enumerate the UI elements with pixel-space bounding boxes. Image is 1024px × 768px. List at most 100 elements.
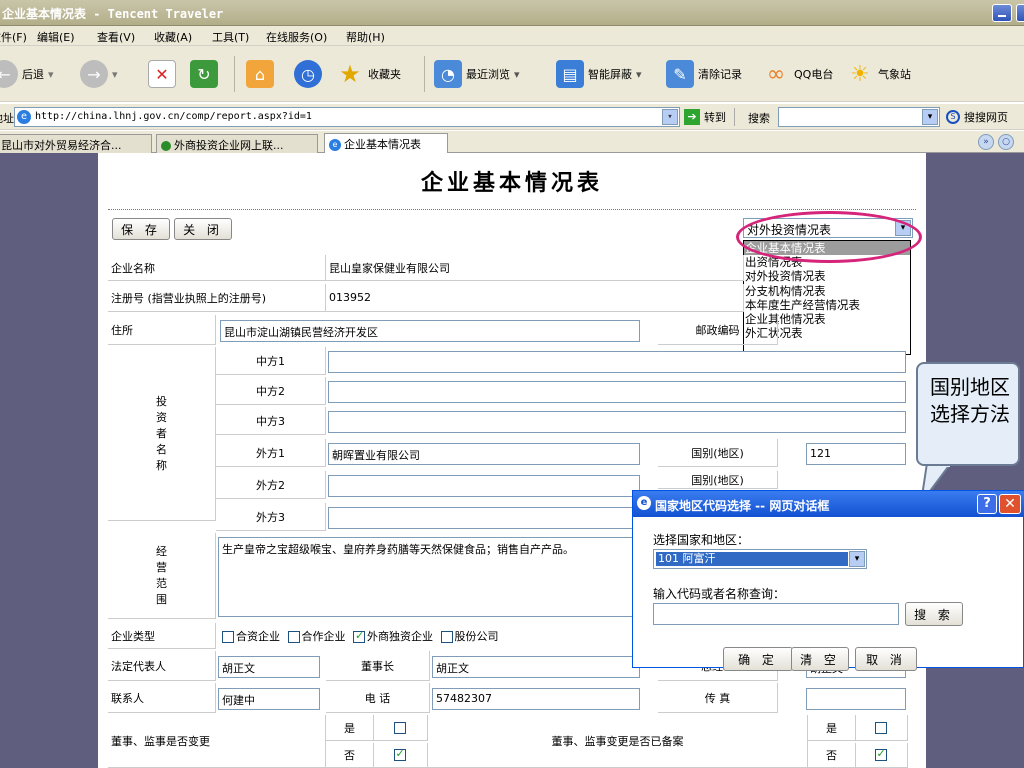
refresh-icon: ↻ — [190, 60, 218, 88]
tab-enterprise-basic[interactable]: e 企业基本情况表 — [324, 133, 448, 154]
query-input[interactable] — [653, 603, 899, 625]
close-icon[interactable]: ✕ — [999, 494, 1021, 514]
country-label-2: 国别(地区) — [658, 471, 778, 489]
investor-cn2-field[interactable] — [328, 381, 906, 403]
investor-cn1-field[interactable] — [328, 351, 906, 373]
address-field[interactable]: 昆山市淀山湖镇民营经济开发区 — [220, 320, 640, 342]
type-joint-stock[interactable]: 股份公司 — [440, 630, 499, 643]
refresh-button[interactable]: ↻ — [190, 60, 218, 88]
no-label: 否 — [326, 743, 374, 768]
help-icon[interactable]: ? — [977, 494, 997, 514]
search-input[interactable]: ▾ — [778, 107, 940, 127]
board-record-label: 董事、监事变更是否已备案 — [428, 715, 808, 768]
clear-button[interactable]: 清 空 — [791, 647, 849, 671]
minimize-button[interactable] — [992, 4, 1012, 22]
recent-icon: ◔ — [434, 60, 462, 88]
search-label: 搜索 — [748, 112, 770, 125]
phone-field[interactable]: 57482307 — [432, 688, 640, 710]
select-option[interactable]: 对外投资情况表 — [744, 269, 910, 283]
smartblock-button[interactable]: ▤ 智能屏蔽 ▾ — [556, 60, 642, 88]
menu-edit[interactable]: 编辑(E) — [37, 29, 75, 45]
board-change-yes[interactable] — [374, 715, 428, 741]
select-option[interactable]: 分支机构情况表 — [744, 284, 910, 298]
history-button[interactable]: ◷ — [294, 60, 322, 88]
select-country-label: 选择国家和地区： — [653, 533, 750, 547]
investor-fr2-field[interactable] — [328, 475, 640, 497]
board-change-no[interactable] — [374, 743, 428, 768]
menu-favorites[interactable]: 收藏(A) — [154, 29, 192, 45]
checkbox — [440, 631, 453, 643]
back-button[interactable]: ← 后退 ▾ — [0, 60, 54, 88]
block-icon: ▤ — [556, 60, 584, 88]
legal-field[interactable]: 胡正文 — [218, 656, 320, 678]
stop-button[interactable]: ✕ — [148, 60, 176, 88]
investor-row-label: 中方1 — [216, 347, 326, 375]
page-icon — [161, 141, 171, 151]
dialog-titlebar: e 国家地区代码选择 -- 网页对话框 ? ✕ — [633, 491, 1024, 517]
url-input[interactable]: e http://china.lhnj.gov.cn/comp/report.a… — [14, 107, 680, 127]
search-dropdown-icon[interactable]: ▾ — [922, 109, 938, 125]
tab-foreign-enterprise[interactable]: 外商投资企业网上联... — [156, 134, 318, 153]
country-select[interactable]: 101 阿富汗 ▾ — [653, 549, 867, 569]
investor-cn3-field[interactable] — [328, 411, 906, 433]
board-change-label: 董事、监事是否变更 — [108, 715, 326, 768]
phone-label: 电 话 — [326, 683, 430, 713]
search-button[interactable]: 搜 索 — [905, 602, 963, 626]
type-coop[interactable]: 合作企业 — [287, 630, 346, 643]
forward-arrow-icon: → — [80, 60, 108, 88]
yes-label: 是 — [326, 715, 374, 741]
weather-button[interactable]: ☀ 气象站 — [846, 60, 911, 88]
cancel-button[interactable]: 取 消 — [855, 647, 917, 671]
chevron-down-icon[interactable]: ▾ — [849, 551, 865, 567]
checkbox — [222, 631, 234, 643]
menu-online[interactable]: 在线服务(O) — [266, 29, 327, 45]
recent-button[interactable]: ◔ 最近浏览 ▾ — [434, 60, 520, 88]
investor-row-label: 中方3 — [216, 407, 326, 435]
query-label: 输入代码或者名称查询： — [653, 587, 786, 601]
investor-fr1-field[interactable]: 朝晖置业有限公司 — [328, 443, 640, 465]
chairman-field[interactable]: 胡正文 — [432, 656, 640, 678]
fax-field[interactable] — [806, 688, 906, 710]
sosou-icon: S — [946, 110, 960, 124]
forward-button[interactable]: → ▾ — [80, 60, 118, 88]
checkbox-checked — [393, 747, 406, 761]
go-button[interactable]: ➔ 转到 — [684, 109, 726, 125]
home-button[interactable]: ⌂ — [246, 60, 274, 88]
url-dropdown-icon[interactable]: ▾ — [662, 109, 678, 125]
toolbar-separator — [234, 56, 235, 92]
close-button[interactable]: 关 闭 — [174, 218, 232, 240]
company-value: 昆山皇家保健业有限公司 — [326, 255, 744, 281]
contact-field[interactable]: 何建中 — [218, 688, 320, 710]
menu-help[interactable]: 帮助(H) — [346, 29, 385, 45]
address-label: 地址 — [0, 112, 14, 125]
menu-view[interactable]: 查看(V) — [97, 29, 135, 45]
country-field[interactable]: 121 — [806, 443, 906, 465]
checkbox — [874, 721, 887, 734]
tab-refresh-icon[interactable]: ○ — [998, 134, 1014, 150]
tab-list-icon[interactable]: » — [978, 134, 994, 150]
clear-history-button[interactable]: ✎ 清除记录 — [666, 60, 742, 88]
ie-page-icon: e — [637, 496, 651, 510]
investor-fr3-field[interactable] — [328, 507, 640, 529]
company-label: 企业名称 — [108, 255, 326, 281]
window-title: 企业基本情况表 - Tencent Traveler — [2, 7, 224, 21]
chairman-label: 董事长 — [326, 651, 430, 681]
maximize-button[interactable] — [1016, 4, 1024, 22]
reg-value: 013952 — [326, 284, 744, 312]
menu-file[interactable]: 文件(F) — [0, 29, 27, 45]
checkbox-checked — [353, 629, 365, 643]
board-record-yes[interactable] — [856, 715, 908, 741]
select-option[interactable]: 本年度生产经营情况表 — [744, 298, 910, 312]
qqradio-button[interactable]: ∞ QQ电台 — [762, 60, 834, 88]
sosou-button[interactable]: S 搜搜网页 — [946, 109, 1008, 125]
favorites-button[interactable]: ★ 收藏夹 — [336, 60, 401, 88]
menu-tools[interactable]: 工具(T) — [212, 29, 249, 45]
tab-foreign-trade[interactable]: 昆山市对外贸易经济合... — [0, 134, 152, 153]
type-jv[interactable]: 合资企业 — [222, 630, 280, 643]
clock-icon: ◷ — [294, 60, 322, 88]
type-wfoe[interactable]: 外商独资企业 — [353, 629, 433, 643]
board-record-no[interactable] — [856, 743, 908, 768]
sun-icon: ☀ — [850, 61, 870, 87]
save-button[interactable]: 保 存 — [112, 218, 170, 240]
ok-button[interactable]: 确 定 — [723, 647, 793, 671]
